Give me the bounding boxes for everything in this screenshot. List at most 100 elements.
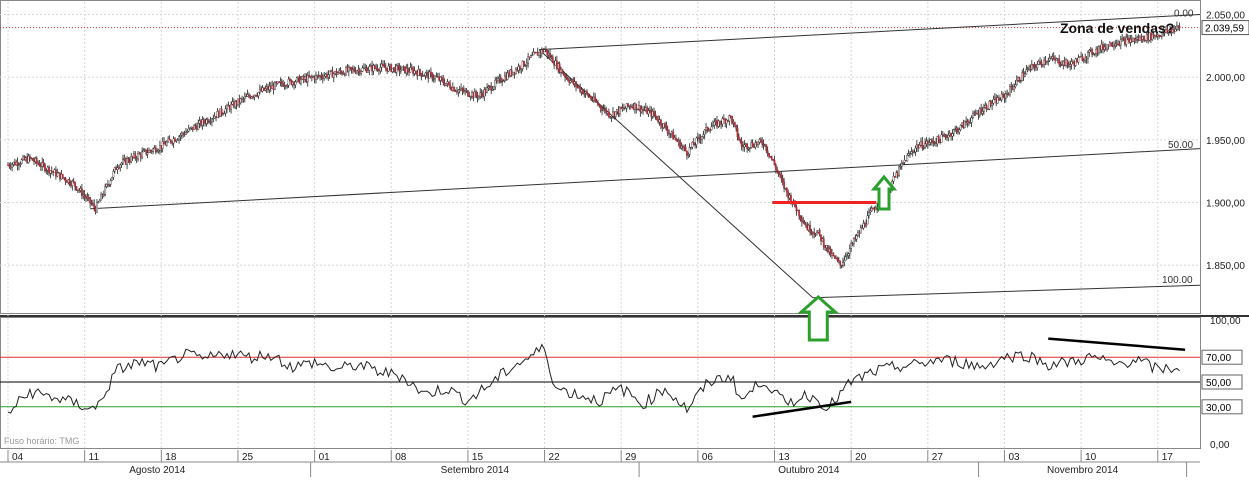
candle-body	[813, 232, 816, 235]
candle-body	[83, 194, 86, 197]
candle-body	[866, 215, 869, 225]
candle-body	[68, 179, 71, 185]
candle-body	[607, 111, 610, 117]
candle-body	[211, 118, 213, 122]
rsi-level-label: 70,00	[1206, 353, 1231, 364]
candle-body	[1036, 64, 1039, 69]
candle-body	[42, 161, 45, 165]
candle-body	[320, 75, 323, 78]
candle-body	[477, 95, 480, 99]
candle-body	[11, 164, 14, 168]
stock-chart: 0.00 50.00 100.00 1.850,00 1.900,00 1.950,00…	[0, 0, 1249, 477]
candle-body	[336, 72, 339, 75]
candle-body	[295, 77, 298, 83]
candle-body	[924, 143, 926, 148]
day-tick-label: 27	[932, 452, 944, 463]
candle-body	[447, 81, 450, 85]
candle-body	[120, 162, 123, 166]
candle-body	[98, 200, 101, 203]
candle-body	[735, 124, 738, 129]
candle-body	[914, 147, 917, 153]
day-tick-label: 06	[702, 452, 714, 463]
month-label: Setembro 2014	[441, 465, 510, 476]
candle-body	[937, 136, 940, 140]
candle-body	[898, 166, 900, 176]
candle-body	[152, 148, 154, 152]
candle-body	[96, 202, 98, 213]
candle-body	[529, 55, 532, 58]
candle-body	[165, 141, 168, 146]
candle-body	[785, 187, 788, 193]
candle-body	[847, 253, 850, 256]
candle-body	[770, 156, 773, 160]
day-tick-label: 15	[472, 452, 484, 463]
candle-body	[38, 163, 41, 167]
rsi-divergence-line-low	[752, 400, 852, 418]
candle-body	[442, 78, 445, 84]
candle-body	[163, 141, 165, 145]
candle-body	[122, 159, 124, 164]
up-arrow-bottom	[797, 294, 840, 342]
candle-body	[906, 155, 909, 162]
candle-body	[230, 104, 233, 110]
candle-body	[816, 232, 818, 236]
candle-body	[991, 103, 994, 106]
candle-body	[751, 142, 754, 147]
candle-body	[695, 137, 698, 145]
candle-body	[486, 87, 488, 93]
candle-body	[655, 115, 658, 120]
candle-body	[31, 158, 34, 161]
candle-body	[497, 78, 499, 82]
day-tick-label: 10	[1085, 452, 1097, 463]
rsi-tick-label: 100,00	[1210, 316, 1241, 327]
candle-body	[300, 78, 302, 84]
candle-body	[379, 67, 382, 72]
day-tick-label: 20	[855, 452, 867, 463]
candle-body	[1015, 80, 1018, 85]
candle-body	[843, 260, 846, 263]
day-tick-label: 18	[165, 452, 177, 463]
candle-body	[981, 111, 984, 114]
candle-body	[410, 67, 413, 70]
candle-body	[985, 104, 988, 110]
day-tick-label: 13	[779, 452, 791, 463]
candle-body	[839, 260, 842, 266]
candle-body	[227, 104, 230, 107]
candle-body	[586, 91, 588, 94]
candle-body	[765, 144, 768, 151]
candle-body	[89, 197, 92, 204]
day-tick-label: 17	[1162, 452, 1174, 463]
candle-body	[494, 79, 497, 88]
last-price-label: 2.039,59	[1205, 24, 1244, 35]
timezone-label: Fuso horário: TMG	[4, 436, 79, 446]
candle-body	[419, 69, 421, 74]
candle-body	[865, 223, 868, 226]
candle-body	[20, 159, 23, 164]
candle-body	[127, 158, 130, 162]
candle-body	[111, 176, 113, 181]
candle-body	[718, 120, 721, 124]
candle-body	[952, 129, 955, 134]
trend-line-50	[90, 148, 1201, 210]
chart-svg: 0.00 50.00 100.00 1.850,00 1.900,00 1.950,00…	[0, 0, 1249, 477]
candle-body	[461, 88, 464, 91]
candle-body	[387, 65, 390, 72]
candle-body	[1033, 64, 1036, 68]
candle-body	[951, 133, 954, 137]
candle-body	[104, 186, 107, 195]
rsi-line	[7, 343, 1180, 414]
price-tick-label: 1.850,00	[1206, 261, 1245, 272]
candle-body	[1010, 86, 1013, 89]
candle-body	[766, 150, 769, 154]
candle-body	[688, 147, 691, 155]
candle-body	[430, 71, 432, 74]
candle-body	[395, 65, 398, 73]
candle-body	[659, 119, 662, 126]
candle-body	[575, 81, 577, 87]
candle-body	[599, 104, 602, 109]
candle-body	[93, 203, 96, 208]
candle-body	[353, 68, 356, 72]
candle-body	[822, 238, 825, 248]
candle-body	[356, 70, 358, 74]
price-panel-frame	[0, 0, 1201, 314]
